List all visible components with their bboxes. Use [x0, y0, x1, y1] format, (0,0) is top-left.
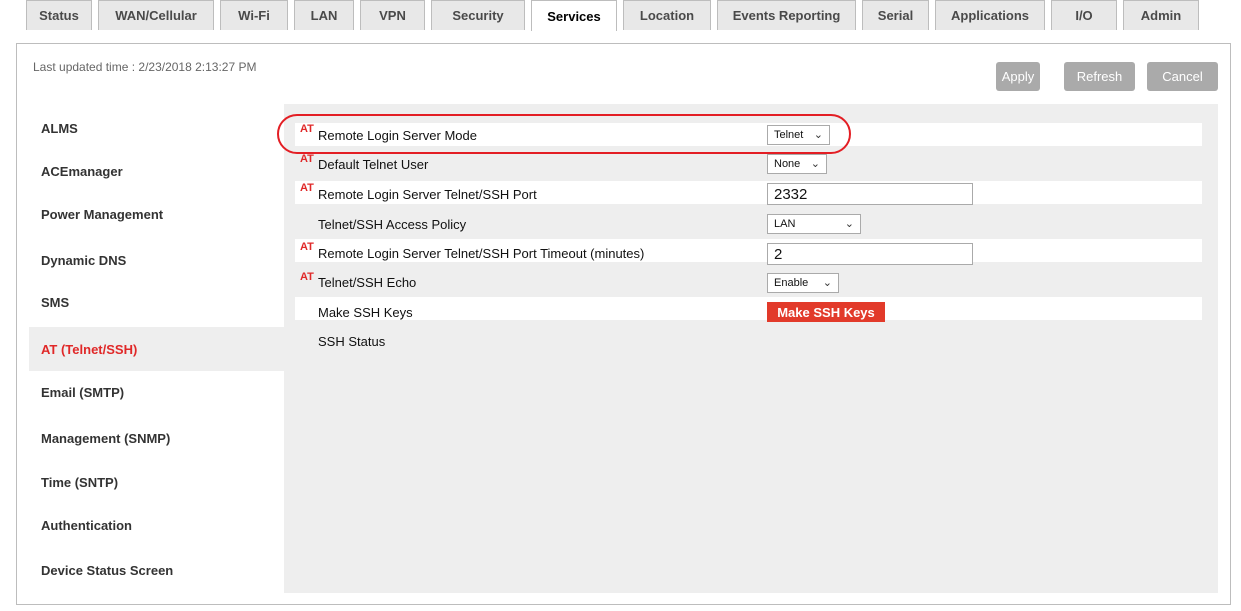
sidebar-item-time-sntp[interactable]: Time (SNTP) [29, 460, 284, 504]
last-updated-text: Last updated time : 2/23/2018 2:13:27 PM [33, 60, 257, 74]
chevron-down-icon: ⌄ [844, 218, 854, 230]
telnet-ssh-echo-value: Enable [774, 277, 809, 289]
chevron-down-icon: ⌄ [813, 129, 823, 141]
settings-panel [284, 104, 1218, 593]
chevron-down-icon: ⌄ [822, 277, 832, 289]
access-policy-label: Telnet/SSH Access Policy [318, 217, 467, 232]
tab-lan[interactable]: LAN [294, 0, 354, 30]
sidebar-item-alms[interactable]: ALMS [29, 106, 284, 150]
tab-serial[interactable]: Serial [862, 0, 929, 30]
cancel-button[interactable]: Cancel [1147, 62, 1218, 91]
sidebar-item-management-snmp[interactable]: Management (SNMP) [29, 416, 284, 460]
make-ssh-keys-label: Make SSH Keys [318, 305, 413, 320]
sidebar-item-at-telnet-ssh[interactable]: AT (Telnet/SSH) [29, 327, 284, 371]
sidebar-item-authentication[interactable]: Authentication [29, 503, 284, 547]
tab-wifi[interactable]: Wi-Fi [220, 0, 288, 30]
at-marker: AT [300, 153, 314, 165]
remote-login-mode-select[interactable]: Telnet ⌄ [767, 125, 830, 145]
at-marker: AT [300, 182, 314, 194]
tab-admin[interactable]: Admin [1123, 0, 1199, 30]
tab-applications[interactable]: Applications [935, 0, 1045, 30]
ssh-status-label: SSH Status [318, 334, 386, 349]
sidebar-item-email-smtp[interactable]: Email (SMTP) [29, 370, 284, 414]
tab-location[interactable]: Location [623, 0, 711, 30]
refresh-button[interactable]: Refresh [1064, 62, 1135, 91]
chevron-down-icon: ⌄ [810, 158, 820, 170]
at-marker: AT [300, 241, 314, 253]
telnet-ssh-echo-label: Telnet/SSH Echo [318, 275, 417, 290]
tab-security[interactable]: Security [431, 0, 525, 30]
telnet-ssh-echo-select[interactable]: Enable ⌄ [767, 273, 839, 293]
default-telnet-user-label: Default Telnet User [318, 157, 429, 172]
tab-io[interactable]: I/O [1051, 0, 1117, 30]
sidebar-item-device-status-screen[interactable]: Device Status Screen [29, 548, 284, 592]
telnet-ssh-port-field[interactable]: 2332 [767, 183, 973, 205]
sidebar-item-power-management[interactable]: Power Management [29, 192, 284, 236]
tab-services[interactable]: Services [531, 0, 617, 31]
remote-login-mode-value: Telnet [774, 129, 804, 141]
tab-status[interactable]: Status [26, 0, 92, 30]
settings-row [295, 297, 1202, 320]
access-policy-select[interactable]: LAN ⌄ [767, 214, 861, 234]
port-timeout-label: Remote Login Server Telnet/SSH Port Time… [318, 246, 645, 261]
access-policy-value: LAN [774, 218, 796, 230]
remote-login-mode-label: Remote Login Server Mode [318, 128, 477, 143]
at-marker: AT [300, 271, 314, 283]
sidebar-item-dynamic-dns[interactable]: Dynamic DNS [29, 238, 284, 282]
tab-events-reporting[interactable]: Events Reporting [717, 0, 856, 30]
telnet-ssh-port-label: Remote Login Server Telnet/SSH Port [318, 187, 537, 202]
apply-button[interactable]: Apply [996, 62, 1040, 91]
port-timeout-field[interactable]: 2 [767, 243, 973, 265]
default-telnet-user-select[interactable]: None ⌄ [767, 154, 827, 174]
sidebar-item-acemanager[interactable]: ACEmanager [29, 149, 284, 193]
tab-vpn[interactable]: VPN [360, 0, 425, 30]
default-telnet-user-value: None [774, 158, 801, 170]
at-marker: AT [300, 123, 314, 135]
tab-wan-cellular[interactable]: WAN/Cellular [98, 0, 214, 30]
sidebar-item-sms[interactable]: SMS [29, 280, 284, 324]
make-ssh-keys-button[interactable]: Make SSH Keys [767, 302, 885, 322]
